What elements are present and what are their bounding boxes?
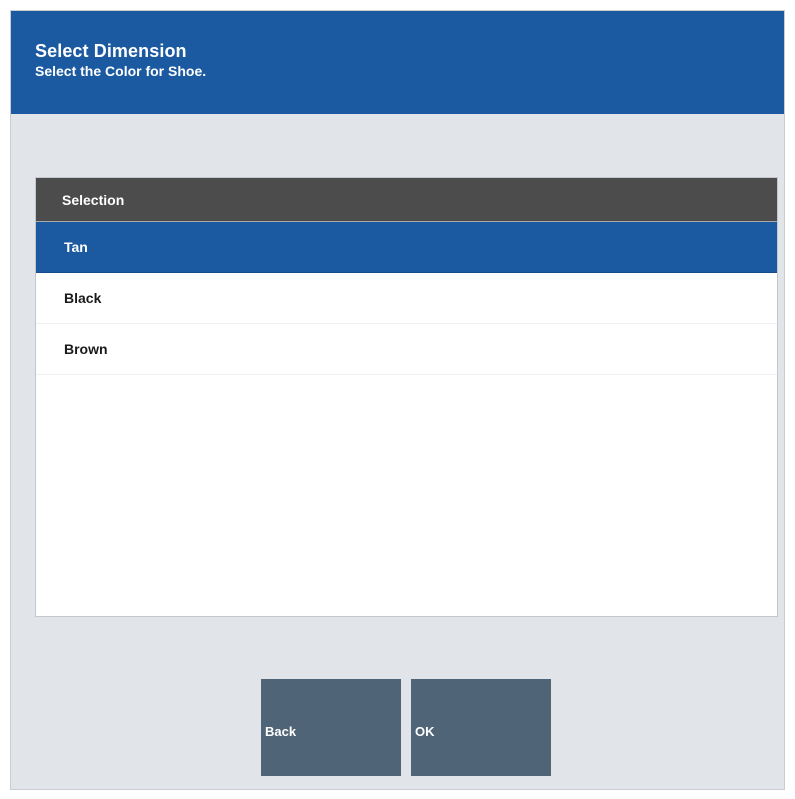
list-item-label: Brown bbox=[64, 341, 108, 357]
dialog-header: Select Dimension Select the Color for Sh… bbox=[11, 11, 784, 114]
list-item-label: Tan bbox=[64, 239, 88, 255]
list-item-brown[interactable]: Brown bbox=[36, 324, 777, 375]
page-title: Select Dimension bbox=[35, 41, 187, 61]
page-subtitle: Select the Color for Shoe. bbox=[35, 63, 207, 79]
list-item-tan[interactable]: Tan bbox=[36, 222, 777, 273]
selection-list: Selection Tan Black Brown bbox=[35, 177, 778, 617]
pos-screen: Select Dimension Select the Color for Sh… bbox=[10, 10, 785, 790]
list-item-label: Black bbox=[64, 290, 102, 306]
list-item-black[interactable]: Black bbox=[36, 273, 777, 324]
ok-button[interactable]: OK bbox=[411, 679, 551, 776]
list-column-header: Selection bbox=[36, 178, 777, 222]
back-button[interactable]: Back bbox=[261, 679, 401, 776]
